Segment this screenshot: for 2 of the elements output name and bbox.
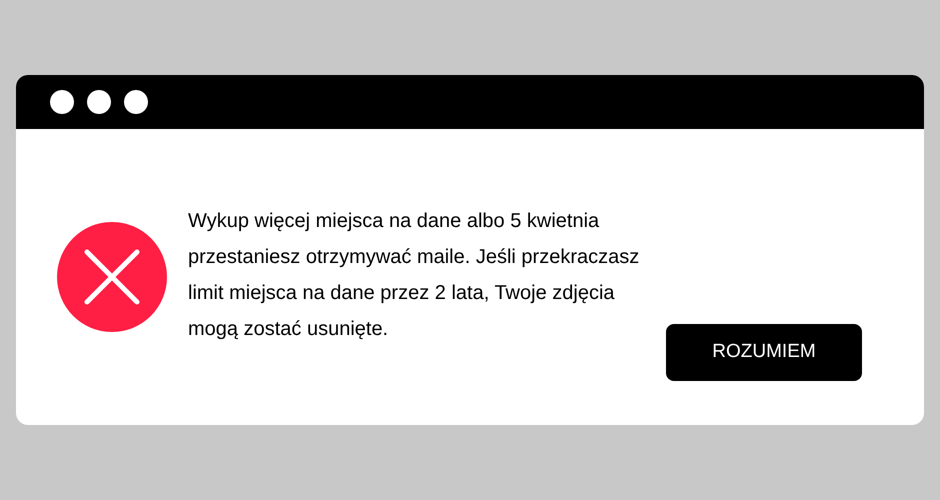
error-message: Wykup więcej miejsca na dane albo 5 kwietnia przestaniesz otrzymywać maile. Jeśli przekraczasz limit miejsca na dane przez 2 lata, Twoje zdjęcia mogą zostać usunięte. [188, 209, 640, 342]
confirm-button[interactable]: ROZUMIEM [666, 324, 862, 381]
